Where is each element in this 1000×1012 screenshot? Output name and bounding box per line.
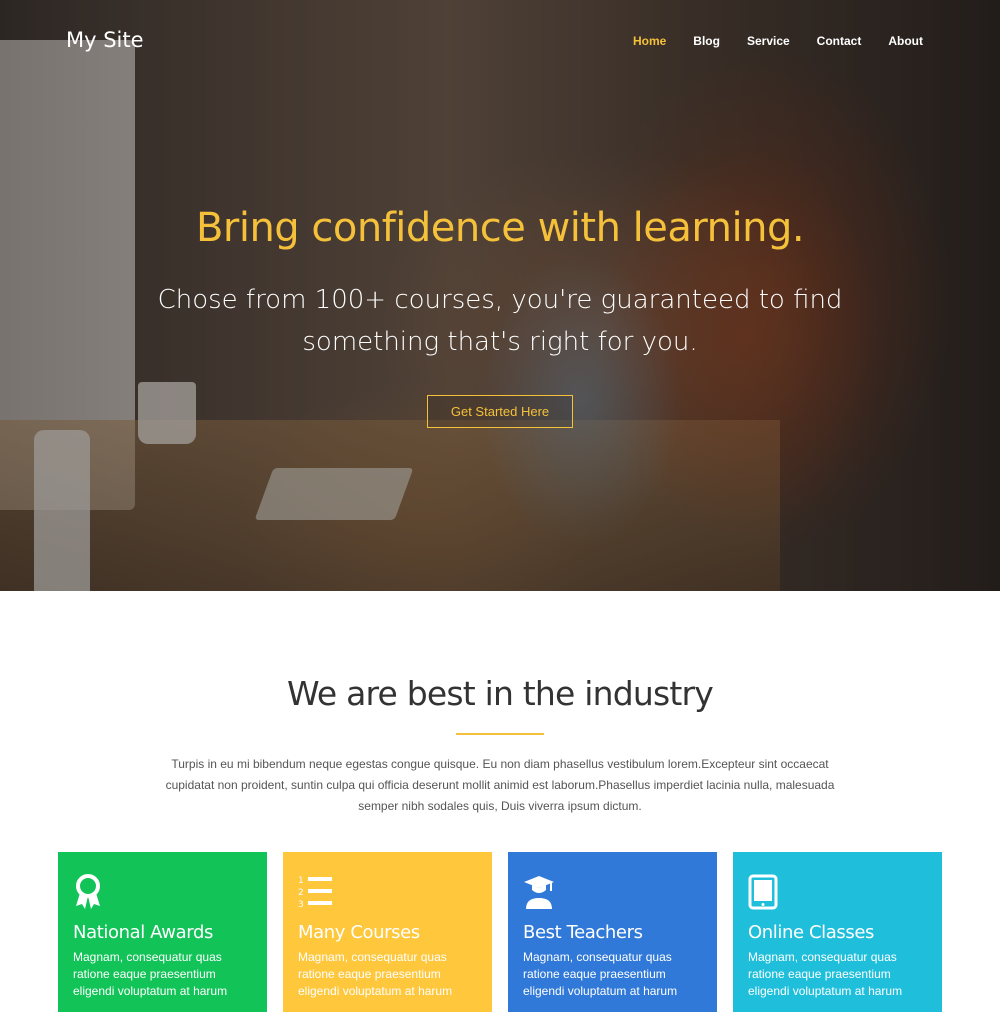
svg-text:1: 1 (298, 876, 304, 886)
tablet-icon (748, 874, 778, 910)
title-divider (456, 733, 544, 735)
nav-menu: Home Blog Service Contact About (633, 34, 923, 48)
hero-title: Bring confidence with learning. (195, 205, 805, 251)
get-started-button[interactable]: Get Started Here (427, 395, 573, 428)
feature-card-online[interactable]: Online Classes Magnam, consequatur quas … (733, 852, 942, 1012)
feature-card-awards[interactable]: National Awards Magnam, consequatur quas… (58, 852, 267, 1012)
feature-card-title: Many Courses (298, 922, 420, 943)
section-description: Turpis in eu mi bibendum neque egestas c… (165, 757, 835, 813)
feature-card-courses[interactable]: 1 2 3 Many Courses Magnam, consequatur q… (283, 852, 492, 1012)
graduate-icon (523, 874, 554, 910)
feature-card-text: Magnam, consequatur quas ratione eaque p… (523, 950, 678, 998)
svg-text:2: 2 (298, 888, 304, 898)
site-logo[interactable]: My Site (66, 28, 144, 52)
feature-card-text: Magnam, consequatur quas ratione eaque p… (298, 950, 453, 998)
feature-card-title: Online Classes (748, 922, 874, 943)
hero-subtitle: Chose from 100+ courses, you're guarante… (157, 285, 843, 357)
feature-card-text: Magnam, consequatur quas ratione eaque p… (748, 950, 903, 998)
hero-section: My Site Home Blog Service Contact About … (0, 0, 1000, 591)
nav-item-service[interactable]: Service (747, 34, 790, 48)
feature-card-title: National Awards (73, 922, 213, 943)
hero-content: Bring confidence with learning. Chose fr… (0, 205, 1000, 428)
feature-card-teachers[interactable]: Best Teachers Magnam, consequatur quas r… (508, 852, 717, 1012)
feature-card-title: Best Teachers (523, 922, 643, 943)
feature-card-text: Magnam, consequatur quas ratione eaque p… (73, 950, 228, 998)
nav-item-contact[interactable]: Contact (817, 34, 862, 48)
features-cards: National Awards Magnam, consequatur quas… (58, 852, 943, 1012)
nav-item-blog[interactable]: Blog (693, 34, 720, 48)
svg-text:3: 3 (298, 900, 304, 910)
nav-item-about[interactable]: About (888, 34, 923, 48)
section-title: We are best in the industry (286, 674, 714, 713)
list-ordered-icon: 1 2 3 (298, 874, 332, 910)
top-navbar: My Site Home Blog Service Contact About (0, 0, 1000, 82)
intro-section: We are best in the industry Turpis in eu… (0, 591, 1000, 817)
nav-item-home[interactable]: Home (633, 34, 666, 48)
award-icon (73, 874, 103, 910)
